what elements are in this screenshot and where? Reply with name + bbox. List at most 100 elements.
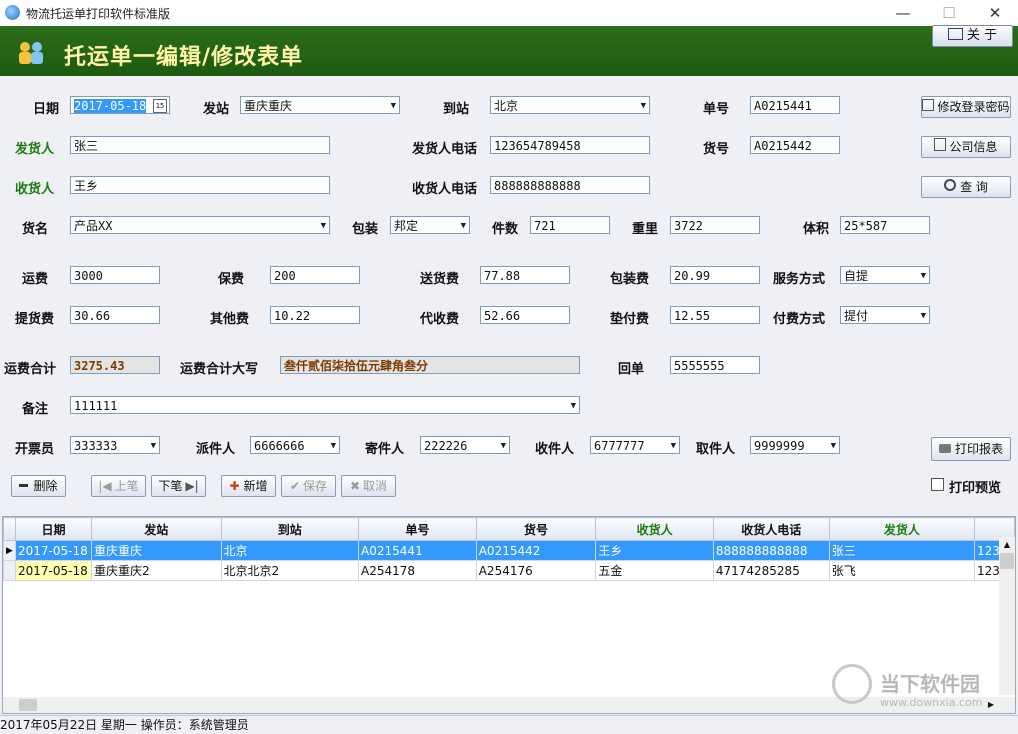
change-password-button[interactable]: 修改登录密码 [921,96,1011,118]
goods-name-select[interactable]: 产品XX ▼ [70,216,330,234]
printer-icon [938,444,951,453]
table-cell[interactable]: 2017-05-18 [14,560,92,581]
company-info-button[interactable]: 公司信息 [921,136,1011,158]
table-row[interactable]: ▶ 2017-05-18 重庆重庆 北京 A0215441 A0215442 王… [3,540,1015,561]
scroll-right-icon[interactable]: ▶ [983,697,999,713]
receiver-value: 6777777 [594,439,645,453]
table-cell[interactable]: 王乡 [595,540,714,561]
column-header[interactable]: 日期 [14,517,92,541]
table-cell[interactable]: 北京 [220,540,360,561]
table-cell[interactable]: 888888888888 [712,540,830,561]
x-icon: ✖ [349,479,361,493]
shipper-field[interactable]: 张三 [70,136,330,154]
column-header[interactable]: 发货人 [828,517,976,541]
close-button[interactable]: ✕ [972,0,1018,26]
collector-value: 9999999 [754,439,805,453]
table-cell[interactable]: A0215441 [358,540,477,561]
to-station-select[interactable]: 北京 ▼ [490,96,650,114]
freight-field[interactable]: 3000 [70,266,160,284]
dispatcher-select[interactable]: 6666666 ▼ [250,436,340,454]
service-value: 自提 [844,269,869,283]
consignee-phone-field[interactable]: 888888888888 [490,176,650,194]
advance-fee-field[interactable]: 12.55 [670,306,760,324]
query-button[interactable]: 查 询 [921,176,1011,198]
vertical-scrollbar[interactable]: ▲ [999,537,1015,695]
date-field[interactable]: 2017-05-18 15 [70,96,170,114]
insurance-field[interactable]: 200 [270,266,360,284]
dispatcher-label: 派件人 [196,442,236,457]
print-preview-checkbox[interactable] [931,478,944,491]
column-header[interactable]: 货号 [475,517,597,541]
delivery-fee-field[interactable]: 77.88 [480,266,570,284]
next-button[interactable]: 下笔 ▶| [151,475,206,497]
status-bar: 2017年05月22日 星期一 操作员：系统管理员 [0,715,1018,734]
from-station-select[interactable]: 重庆重庆 ▼ [240,96,400,114]
shipper-phone-field[interactable]: 123654789458 [490,136,650,154]
maximize-button[interactable]: ☐ [926,0,972,26]
table-cell[interactable]: 重庆重庆 [90,540,222,561]
total-upper-label: 运费合计大写 [180,362,259,377]
cancel-button[interactable]: ✖ 取消 [341,475,396,497]
receiver-select[interactable]: 6777777 ▼ [590,436,680,454]
dispatcher-value: 6666666 [254,439,305,453]
delete-button[interactable]: 删除 [11,475,66,497]
skip-forward-icon: ▶| [185,479,199,493]
packing-select[interactable]: 邦定 ▼ [390,216,470,234]
issuer-select[interactable]: 333333 ▼ [70,436,160,454]
consignee-field[interactable]: 王乡 [70,176,330,194]
table-cell[interactable]: 重庆重庆2 [90,560,222,581]
column-header[interactable]: 发站 [90,517,222,541]
to-station-value: 北京 [494,99,519,113]
other-fee-field[interactable]: 10.22 [270,306,360,324]
document-search-icon [934,138,947,151]
pickup-fee-field[interactable]: 30.66 [70,306,160,324]
calendar-picker-icon[interactable]: 15 [153,99,167,113]
weight-field[interactable]: 3722 [670,216,760,234]
about-label: 关 于 [966,28,998,43]
minimize-button[interactable]: — [880,0,926,26]
column-header[interactable]: 收货人 [595,517,714,541]
prev-button[interactable]: |◀ 上笔 [91,475,146,497]
receipt-field[interactable]: 5555555 [670,356,760,374]
service-select[interactable]: 自提 ▼ [840,266,930,284]
about-button[interactable]: 关 于 [932,25,1013,47]
payment-select[interactable]: 提付 ▼ [840,306,930,324]
column-header[interactable]: 单号 [358,517,477,541]
goods-no-field[interactable]: A0215442 [750,136,840,154]
table-cell[interactable]: A0215442 [475,540,597,561]
table-cell[interactable]: A254176 [475,560,597,581]
table-cell[interactable]: A254178 [358,560,477,581]
skip-back-icon: |◀ [98,479,112,493]
table-cell[interactable]: 47174285285 [712,560,830,581]
packing-fee-field[interactable]: 20.99 [670,266,760,284]
remark-select[interactable]: 111111 ▼ [70,396,580,414]
chevron-down-icon: ▼ [570,401,576,411]
collect-fee-field[interactable]: 52.66 [480,306,570,324]
add-button[interactable]: ✚ 新增 [221,475,276,497]
key-icon [922,99,935,111]
sender-select[interactable]: 222226 ▼ [420,436,510,454]
table-cell[interactable]: 北京北京2 [220,560,360,581]
volume-field[interactable]: 25*587 [840,216,930,234]
weight-label: 重里 [632,222,659,237]
scroll-up-icon[interactable]: ▲ [999,537,1015,553]
print-report-button[interactable]: 打印报表 [931,437,1011,461]
column-header[interactable]: 收货人电话 [712,517,830,541]
column-header[interactable]: 到站 [220,517,360,541]
hscroll-thumb[interactable] [19,699,37,711]
sender-label: 寄件人 [365,442,405,457]
pieces-field[interactable]: 721 [530,216,610,234]
save-button[interactable]: ✔ 保存 [281,475,336,497]
collector-select[interactable]: 9999999 ▼ [750,436,840,454]
shipper-phone-label: 发货人电话 [412,142,478,157]
scroll-thumb[interactable] [1000,553,1014,569]
table-row[interactable]: 2017-05-18 重庆重庆2 北京北京2 A254178 A254176 五… [3,560,1015,581]
order-no-field[interactable]: A0215441 [750,96,840,114]
table-cell[interactable]: 张三 [828,540,976,561]
print-report-label: 打印报表 [954,442,1003,456]
table-cell[interactable]: 2017-05-18 [14,540,92,561]
table-cell[interactable]: 五金 [595,560,714,581]
from-station-label: 发站 [203,102,230,117]
table-cell[interactable]: 张飞 [828,560,976,581]
company-info-label: 公司信息 [949,140,998,154]
